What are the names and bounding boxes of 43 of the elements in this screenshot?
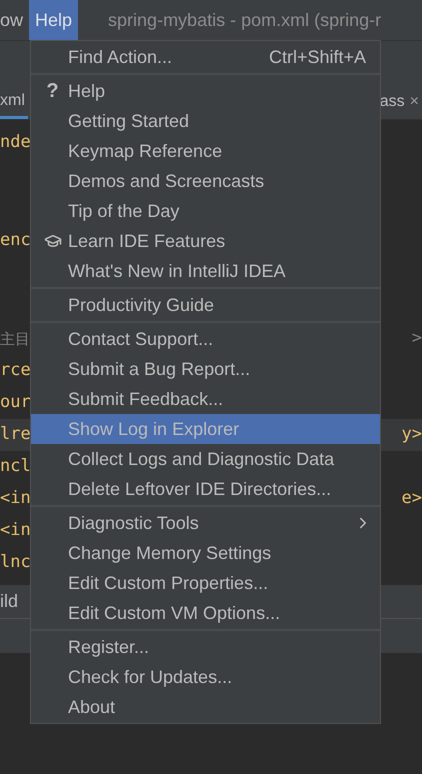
code-text: 主目: [0, 328, 30, 350]
code-text: y>: [402, 423, 422, 446]
code-text: >: [412, 327, 422, 350]
code-text: lre: [0, 423, 31, 446]
menu-item[interactable]: Collect Logs and Diagnostic Data: [31, 444, 380, 474]
menu-item[interactable]: Demos and Screencasts: [31, 166, 380, 196]
menu-item[interactable]: Submit Feedback...: [31, 384, 380, 414]
menu-item[interactable]: Find Action... Ctrl+Shift+A: [31, 42, 380, 72]
menu-item[interactable]: Edit Custom Properties...: [31, 568, 380, 598]
menu-item[interactable]: Keymap Reference: [31, 136, 380, 166]
editor-tab[interactable]: ass ×: [380, 85, 422, 119]
graduation-cap-icon: [44, 232, 62, 250]
menu-item[interactable]: Productivity Guide: [31, 290, 380, 320]
tool-window-label: ild: [0, 590, 18, 613]
menu-item[interactable]: Delete Leftover IDE Directories...: [31, 474, 380, 504]
menu-item[interactable]: Edit Custom VM Options...: [31, 598, 380, 628]
menu-item[interactable]: ? Help: [31, 76, 380, 106]
menu-item[interactable]: Register...: [31, 632, 380, 662]
menu-item[interactable]: Diagnostic Tools: [31, 508, 380, 538]
help-icon: ?: [46, 76, 59, 106]
code-text: rce: [0, 359, 31, 382]
menu-item[interactable]: About: [31, 692, 380, 722]
menu-item[interactable]: Learn IDE Features: [31, 226, 380, 256]
code-text: our: [0, 391, 31, 414]
menu-item[interactable]: Contact Support...: [31, 324, 380, 354]
menu-item[interactable]: Getting Started: [31, 106, 380, 136]
menu-item[interactable]: Check for Updates...: [31, 662, 380, 692]
window-title: spring-mybatis - pom.xml (spring-r: [108, 8, 382, 32]
menu-bar-item[interactable]: ow: [0, 0, 30, 40]
code-text: enc: [0, 229, 31, 252]
menu-item[interactable]: Change Memory Settings: [31, 538, 380, 568]
menu-item[interactable]: Tip of the Day: [31, 196, 380, 226]
menu-item[interactable]: What's New in IntelliJ IDEA: [31, 256, 380, 286]
code-text: <in: [0, 487, 31, 510]
code-text: nde: [0, 131, 31, 154]
code-text: lnc: [0, 551, 31, 574]
shortcut-text: Ctrl+Shift+A: [268, 46, 366, 68]
code-text: ncl: [0, 455, 31, 478]
code-text: e>: [402, 487, 422, 510]
code-text: <in: [0, 519, 31, 542]
menu-bar-item[interactable]: Help: [29, 0, 78, 40]
close-icon[interactable]: ×: [410, 90, 419, 114]
menu-item[interactable]: Submit a Bug Report...: [31, 354, 380, 384]
